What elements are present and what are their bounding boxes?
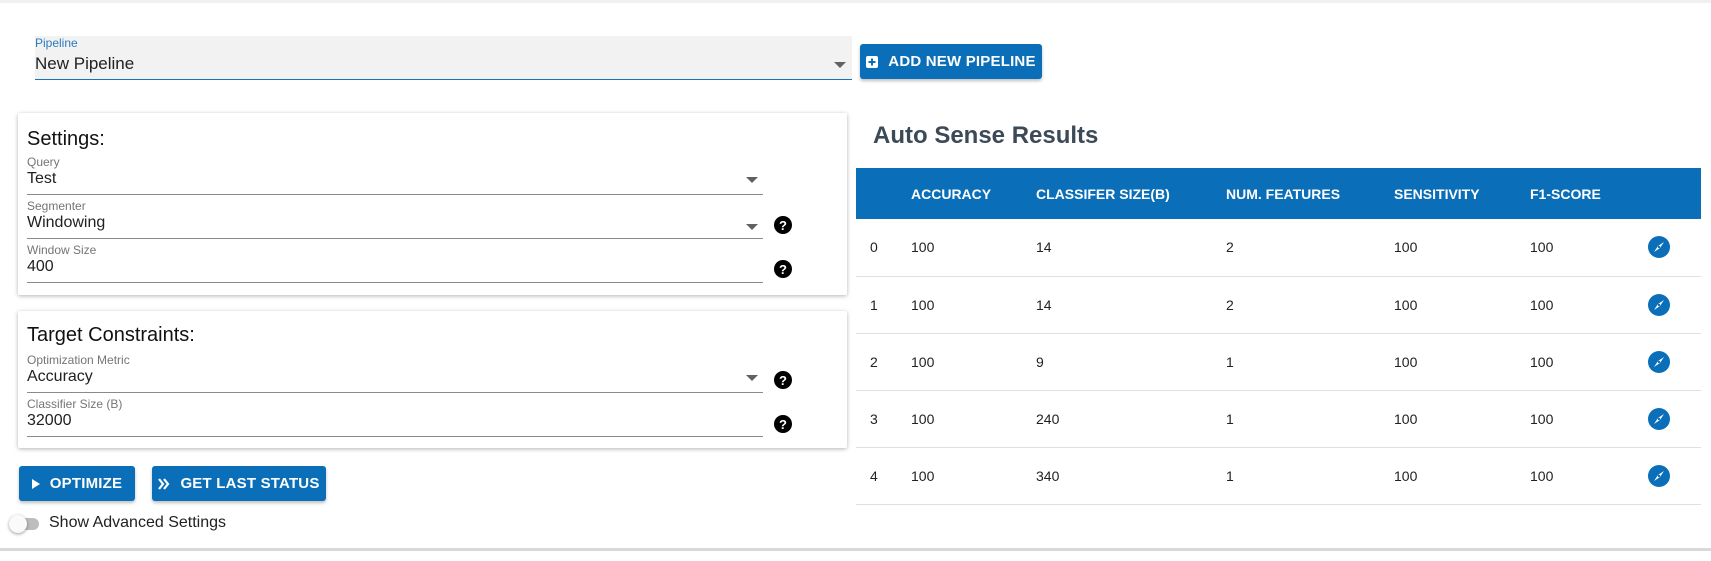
classifier-size-label: Classifier Size (B) bbox=[27, 397, 123, 411]
classifier-size-value: 32000 bbox=[27, 412, 72, 429]
results-header-row: ACCURACY CLASSIFER SIZE(B) NUM. FEATURES… bbox=[856, 168, 1701, 219]
compass-icon[interactable] bbox=[1648, 464, 1670, 487]
cell-num-features: 2 bbox=[1226, 276, 1394, 334]
chevron-down-icon bbox=[746, 224, 758, 230]
plus-square-icon bbox=[866, 55, 879, 68]
table-row: 3 100 240 1 100 100 bbox=[856, 390, 1701, 448]
column-header-f1-score: F1-SCORE bbox=[1530, 168, 1648, 219]
compass-icon[interactable] bbox=[1648, 350, 1670, 373]
results-title: Auto Sense Results bbox=[873, 122, 1099, 149]
cell-action bbox=[1648, 219, 1701, 277]
add-pipeline-button[interactable]: ADD NEW PIPELINE bbox=[860, 44, 1042, 79]
cell-num-features: 1 bbox=[1226, 390, 1394, 448]
window-size-value: 400 bbox=[27, 258, 54, 275]
cell-sensitivity: 100 bbox=[1394, 333, 1530, 391]
help-circle-icon[interactable]: ? bbox=[774, 216, 792, 234]
settings-card: Settings: Query Test Segmenter Windowing… bbox=[18, 113, 847, 295]
get-last-status-label: GET LAST STATUS bbox=[180, 475, 320, 492]
column-header-classifier-size: CLASSIFER SIZE(B) bbox=[1036, 168, 1226, 219]
optimization-metric-value: Accuracy bbox=[27, 368, 93, 385]
cell-sensitivity: 100 bbox=[1394, 447, 1530, 505]
cell-sensitivity: 100 bbox=[1394, 390, 1530, 448]
classifier-size-field[interactable]: Classifier Size (B) 32000 bbox=[27, 397, 763, 437]
pipeline-select[interactable]: Pipeline New Pipeline bbox=[35, 36, 852, 80]
table-row: 4 100 340 1 100 100 bbox=[856, 447, 1701, 505]
advanced-settings-label: Show Advanced Settings bbox=[49, 514, 227, 531]
segmenter-label: Segmenter bbox=[27, 199, 86, 213]
play-icon bbox=[31, 478, 40, 489]
column-header-accuracy: ACCURACY bbox=[911, 168, 1036, 219]
query-label: Query bbox=[27, 155, 60, 169]
cell-classifier-size: 340 bbox=[1036, 447, 1226, 505]
segmenter-value: Windowing bbox=[27, 214, 106, 231]
settings-title: Settings: bbox=[27, 128, 105, 150]
chevron-down-icon bbox=[746, 177, 758, 183]
advanced-settings-toggle[interactable] bbox=[9, 515, 39, 533]
add-pipeline-label: ADD NEW PIPELINE bbox=[888, 53, 1036, 70]
cell-index: 4 bbox=[856, 447, 911, 505]
query-select[interactable]: Query Test bbox=[27, 155, 763, 195]
pipeline-label: Pipeline bbox=[35, 36, 78, 50]
cell-classifier-size: 240 bbox=[1036, 390, 1226, 448]
double-chevron-right-icon bbox=[158, 477, 170, 490]
help-circle-icon[interactable]: ? bbox=[774, 415, 792, 433]
pipeline-value: New Pipeline bbox=[35, 54, 135, 73]
cell-accuracy: 100 bbox=[911, 333, 1036, 391]
query-value: Test bbox=[27, 170, 57, 187]
results-table: ACCURACY CLASSIFER SIZE(B) NUM. FEATURES… bbox=[856, 168, 1701, 505]
window-size-field[interactable]: Window Size 400 bbox=[27, 243, 763, 283]
cell-sensitivity: 100 bbox=[1394, 276, 1530, 334]
cell-accuracy: 100 bbox=[911, 219, 1036, 277]
help-circle-icon[interactable]: ? bbox=[774, 260, 792, 278]
cell-classifier-size: 9 bbox=[1036, 333, 1226, 391]
compass-icon[interactable] bbox=[1648, 236, 1670, 259]
column-header-index bbox=[856, 168, 911, 219]
cell-classifier-size: 14 bbox=[1036, 276, 1226, 334]
cell-f1-score: 100 bbox=[1530, 219, 1648, 277]
cell-classifier-size: 14 bbox=[1036, 219, 1226, 277]
cell-index: 0 bbox=[856, 219, 911, 277]
cell-f1-score: 100 bbox=[1530, 447, 1648, 505]
cell-action bbox=[1648, 390, 1701, 448]
cell-action bbox=[1648, 333, 1701, 391]
constraints-title: Target Constraints: bbox=[27, 324, 195, 346]
cell-action bbox=[1648, 276, 1701, 334]
cell-num-features: 1 bbox=[1226, 333, 1394, 391]
optimization-metric-select[interactable]: Optimization Metric Accuracy bbox=[27, 353, 763, 393]
optimize-button[interactable]: OPTIMIZE bbox=[19, 466, 135, 501]
column-header-actions bbox=[1648, 168, 1701, 219]
compass-icon[interactable] bbox=[1648, 407, 1670, 430]
compass-icon[interactable] bbox=[1648, 293, 1670, 316]
table-row: 2 100 9 1 100 100 bbox=[856, 333, 1701, 391]
cell-f1-score: 100 bbox=[1530, 333, 1648, 391]
cell-num-features: 2 bbox=[1226, 219, 1394, 277]
target-constraints-card: Target Constraints: Optimization Metric … bbox=[18, 311, 847, 448]
window-size-label: Window Size bbox=[27, 243, 97, 257]
get-last-status-button[interactable]: GET LAST STATUS bbox=[152, 466, 326, 501]
table-row: 0 100 14 2 100 100 bbox=[856, 219, 1701, 277]
cell-sensitivity: 100 bbox=[1394, 219, 1530, 277]
chevron-down-icon bbox=[746, 375, 758, 381]
toggle-knob bbox=[9, 515, 27, 533]
help-circle-icon[interactable]: ? bbox=[774, 371, 792, 389]
optimize-label: OPTIMIZE bbox=[49, 475, 123, 492]
column-header-num-features: NUM. FEATURES bbox=[1226, 168, 1394, 219]
cell-num-features: 1 bbox=[1226, 447, 1394, 505]
chevron-down-icon bbox=[834, 62, 846, 68]
table-row: 1 100 14 2 100 100 bbox=[856, 276, 1701, 334]
segmenter-select[interactable]: Segmenter Windowing bbox=[27, 199, 763, 239]
cell-index: 1 bbox=[856, 276, 911, 334]
column-header-sensitivity: SENSITIVITY bbox=[1394, 168, 1530, 219]
cell-index: 3 bbox=[856, 390, 911, 448]
cell-f1-score: 100 bbox=[1530, 390, 1648, 448]
cell-f1-score: 100 bbox=[1530, 276, 1648, 334]
cell-accuracy: 100 bbox=[911, 390, 1036, 448]
cell-action bbox=[1648, 447, 1701, 505]
cell-index: 2 bbox=[856, 333, 911, 391]
cell-accuracy: 100 bbox=[911, 447, 1036, 505]
cell-accuracy: 100 bbox=[911, 276, 1036, 334]
optimization-metric-label: Optimization Metric bbox=[27, 353, 130, 367]
